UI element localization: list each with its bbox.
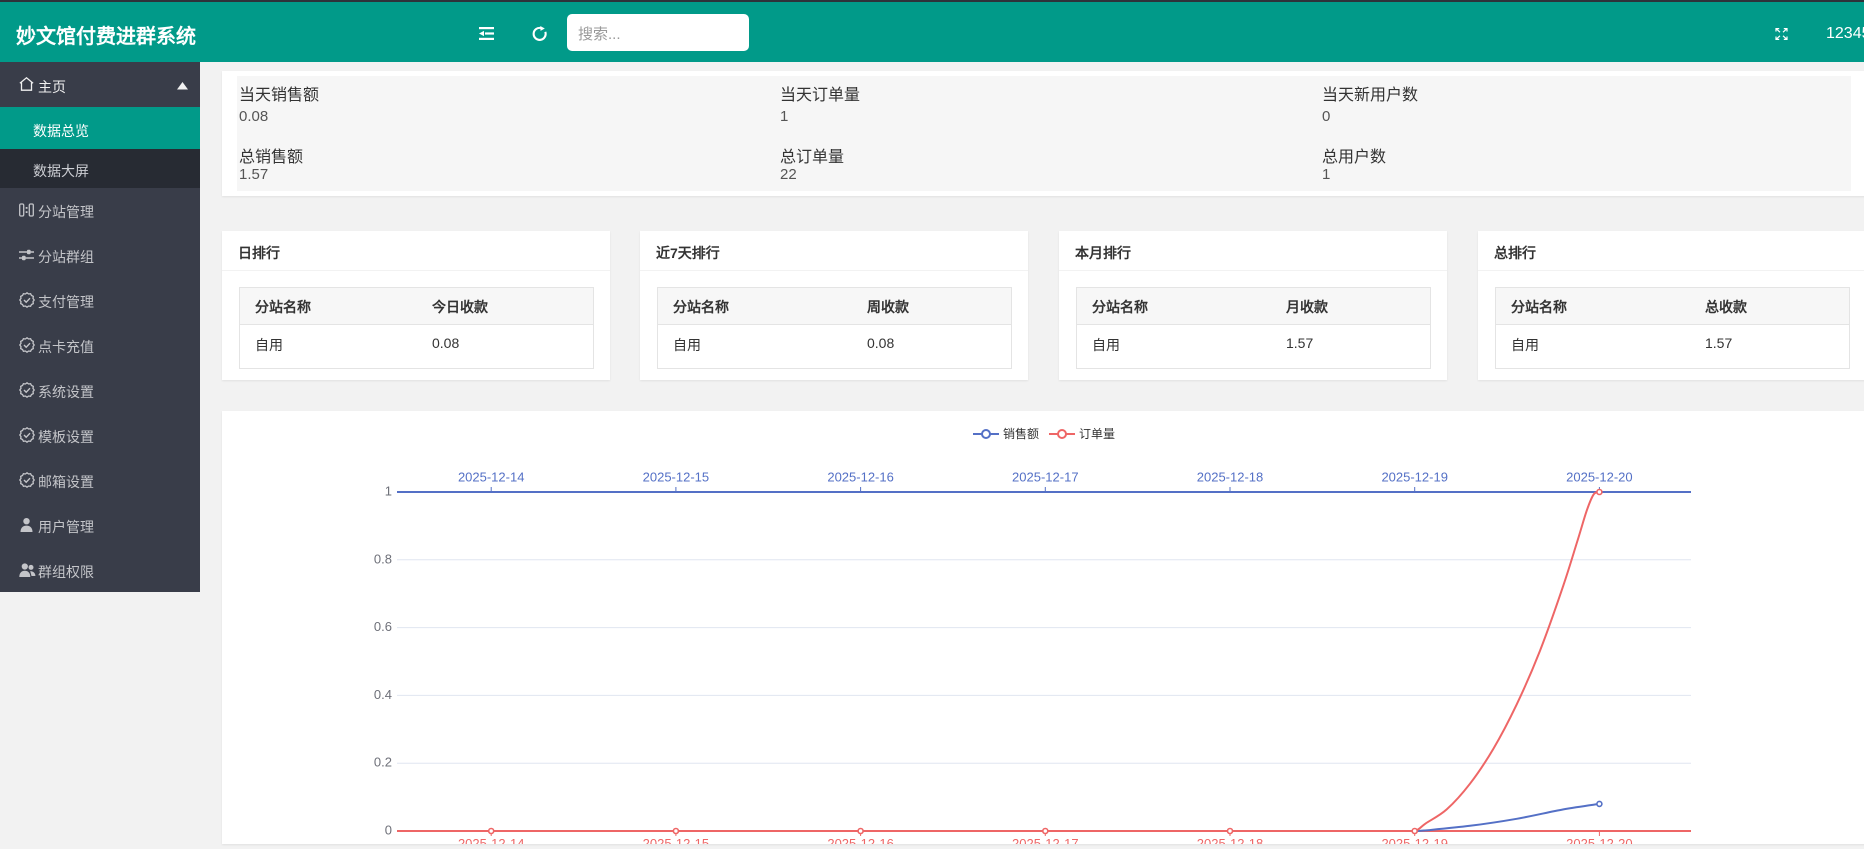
svg-text:2025-12-19: 2025-12-19 <box>1381 836 1448 844</box>
svg-text:1: 1 <box>385 484 392 499</box>
svg-text:0.4: 0.4 <box>374 687 392 702</box>
svg-text:2025-12-19: 2025-12-19 <box>1381 470 1448 485</box>
svg-text:0.2: 0.2 <box>374 755 392 770</box>
svg-text:订单量: 订单量 <box>1079 427 1115 441</box>
svg-text:0: 0 <box>385 823 392 838</box>
svg-text:2025-12-16: 2025-12-16 <box>827 470 894 485</box>
svg-text:2025-12-20: 2025-12-20 <box>1566 470 1633 485</box>
svg-text:2025-12-15: 2025-12-15 <box>643 470 710 485</box>
svg-text:2025-12-17: 2025-12-17 <box>1012 836 1079 844</box>
svg-text:0.8: 0.8 <box>374 551 392 566</box>
svg-text:2025-12-14: 2025-12-14 <box>458 470 525 485</box>
svg-text:0.6: 0.6 <box>374 619 392 634</box>
svg-text:2025-12-18: 2025-12-18 <box>1197 470 1264 485</box>
svg-text:2025-12-20: 2025-12-20 <box>1566 836 1633 844</box>
svg-text:销售额: 销售额 <box>1003 426 1039 441</box>
svg-text:2025-12-14: 2025-12-14 <box>458 836 525 844</box>
svg-text:2025-12-18: 2025-12-18 <box>1197 836 1264 844</box>
svg-text:2025-12-15: 2025-12-15 <box>643 836 710 844</box>
svg-text:2025-12-17: 2025-12-17 <box>1012 470 1079 485</box>
svg-text:2025-12-16: 2025-12-16 <box>827 836 894 844</box>
